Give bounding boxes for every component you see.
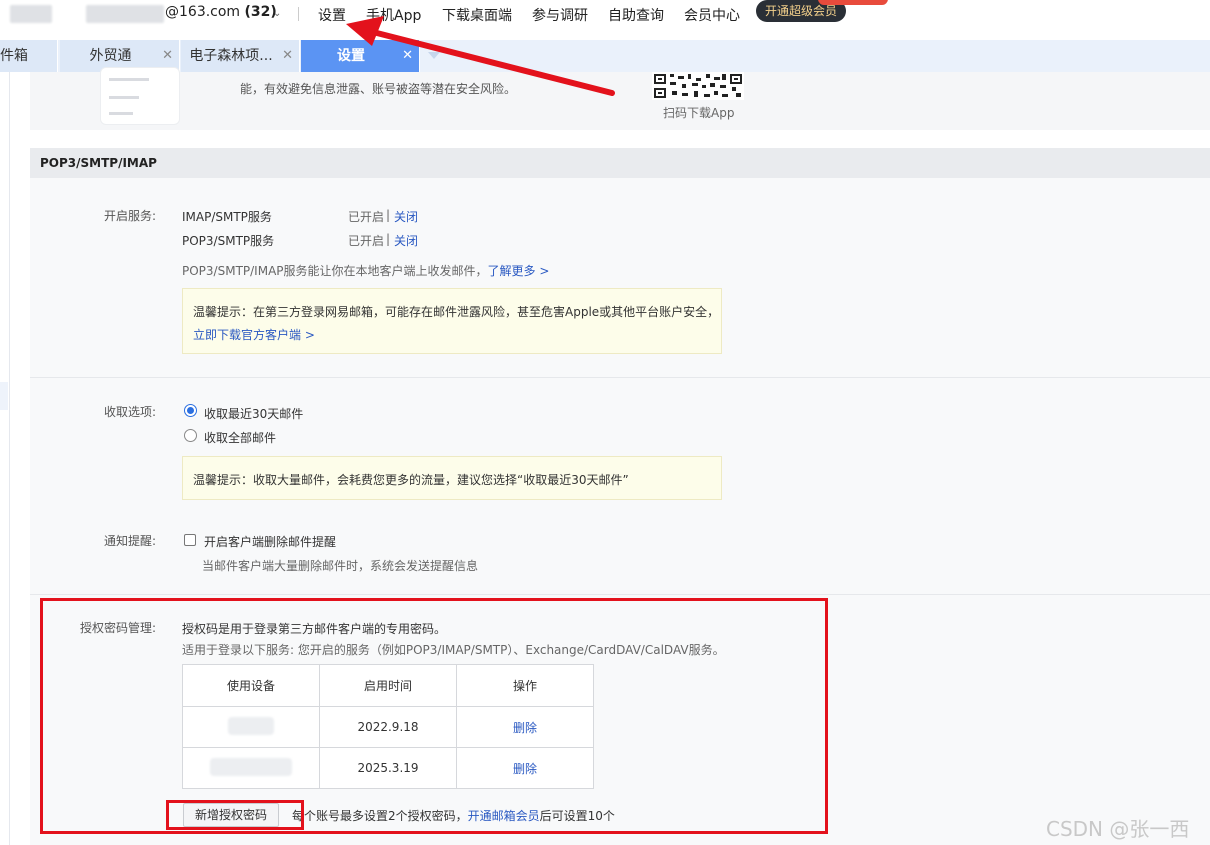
learn-more-link[interactable]: 了解更多 > (488, 264, 550, 278)
radio-all-mail[interactable] (184, 429, 197, 442)
nav-settings[interactable]: 设置 (318, 5, 346, 25)
account-email: @163.com (165, 4, 241, 20)
services-desc-text: POP3/SMTP/IMAP服务能让你在本地客户端上收发邮件， (182, 264, 488, 278)
delete-alert-desc: 当邮件客户端大量删除邮件时，系统会发送提醒信息 (202, 559, 479, 573)
receive-label: 收取选项: (103, 405, 156, 419)
watermark: CSDN @张一西 (1046, 817, 1190, 841)
divider (298, 7, 299, 21)
pop3-status: 已开启 (348, 234, 385, 248)
device-cell (182, 747, 320, 789)
left-rail (0, 72, 10, 845)
divider (30, 594, 1210, 595)
delete-alert-checkbox[interactable] (184, 534, 196, 546)
unread-count: (32) (244, 4, 277, 20)
auth-label: 授权密码管理: (79, 621, 156, 635)
redacted-username (10, 5, 52, 23)
chevron-down-icon[interactable]: ⌄ (273, 8, 281, 19)
section-title: POP3/SMTP/IMAP (30, 148, 1210, 178)
divider (30, 377, 1210, 378)
nav-mobile-app[interactable]: 手机App (366, 5, 421, 25)
auth-code-table: 使用设备 启用时间 操作 2022.9.18 删除 2025.3.19 删除 (182, 664, 594, 789)
top-bar: @163.com (32) ⌄ 设置 手机App 下载桌面端 参与调研 自助查询… (0, 0, 1210, 30)
delete-alert-label: 开启客户端删除邮件提醒 (204, 535, 337, 549)
download-client-link[interactable]: 立即下载官方客户端 > (193, 326, 315, 343)
services-description: POP3/SMTP/IMAP服务能让你在本地客户端上收发邮件，了解更多 > (182, 262, 549, 279)
qr-code-icon (652, 72, 744, 100)
nav-self-service[interactable]: 自助查询 (608, 5, 664, 25)
radio-recent-30-days[interactable] (184, 404, 197, 417)
action-cell: 删除 (456, 747, 594, 789)
security-tip-text: 温馨提示：在第三方登录网易邮箱，可能存在邮件泄露风险，甚至危害Apple或其他平… (193, 305, 720, 319)
action-cell: 删除 (456, 706, 594, 748)
column-header-action: 操作 (456, 664, 594, 707)
tab-settings[interactable]: 设置 ✕ (301, 40, 420, 72)
time-cell: 2022.9.18 (319, 706, 457, 748)
imap-sep: | (386, 208, 391, 222)
open-membership-link[interactable]: 开通邮箱会员 (468, 809, 540, 823)
table-row: 2025.3.19 删除 (182, 747, 594, 789)
close-icon[interactable]: ✕ (402, 40, 413, 72)
add-auth-code-button[interactable]: 新增授权密码 (183, 803, 279, 827)
radio-all-label: 收取全部邮件 (204, 431, 277, 445)
time-cell: 2025.3.19 (319, 747, 457, 789)
redacted-device (210, 757, 292, 776)
device-cell (182, 706, 320, 748)
chevron-down-icon[interactable] (428, 52, 440, 59)
banner-text: 能，有效避免信息泄露、账号被盗等潜在安全风险。 (240, 82, 517, 96)
auth-description: 授权码是用于登录第三方邮件客户端的专用密码。 (182, 622, 447, 636)
close-icon[interactable]: ✕ (282, 40, 293, 72)
nav-survey[interactable]: 参与调研 (532, 5, 588, 25)
tab-inbox[interactable]: 件箱 (0, 40, 58, 72)
pop3-sep: | (386, 232, 391, 246)
settings-panel: POP3/SMTP/IMAP 开启服务: IMAP/SMTP服务 已开启 | 关… (30, 148, 1210, 845)
tab-label: 件箱 (0, 48, 27, 64)
account-menu[interactable]: @163.com (32) (165, 4, 277, 20)
column-header-time: 启用时间 (319, 664, 457, 707)
auth-limit-prefix: 每个账号最多设置2个授权密码， (292, 809, 468, 823)
tab-label: 电子森林项... (189, 48, 273, 64)
table-header-row: 使用设备 启用时间 操作 (182, 664, 594, 707)
nav-member-center[interactable]: 会员中心 (684, 5, 740, 25)
table-row: 2022.9.18 删除 (182, 706, 594, 748)
traffic-tip: 温馨提示：收取大量邮件，会耗费您更多的流量，建议您选择“收取最近30天邮件” (182, 456, 722, 500)
pop3-close-link[interactable]: 关闭 (394, 232, 418, 249)
delete-link[interactable]: 删除 (513, 721, 537, 735)
tab-project[interactable]: 电子森林项... ✕ (181, 40, 300, 72)
redacted-device (228, 716, 274, 735)
notify-label: 通知提醒: (103, 534, 156, 548)
delete-link[interactable]: 删除 (513, 762, 537, 776)
promo-badge (818, 0, 888, 5)
services-label: 开启服务: (103, 209, 156, 223)
nav-desktop-download[interactable]: 下载桌面端 (442, 5, 512, 25)
phone-illustration (100, 67, 180, 125)
auth-services-description: 适用于登录以下服务: 您开启的服务（例如POP3/IMAP/SMTP）、Exch… (182, 643, 725, 657)
imap-close-link[interactable]: 关闭 (394, 208, 418, 225)
pop3-service-name: POP3/SMTP服务 (182, 234, 275, 248)
qr-caption: 扫码下载App (663, 106, 735, 120)
radio-recent-label: 收取最近30天邮件 (204, 407, 304, 421)
tab-label: 设置 (337, 48, 365, 64)
security-tip: 温馨提示：在第三方登录网易邮箱，可能存在邮件泄露风险，甚至危害Apple或其他平… (182, 288, 722, 354)
tab-strip: 件箱 外贸通 ✕ 电子森林项... ✕ 设置 ✕ (0, 40, 1210, 72)
imap-status: 已开启 (348, 210, 385, 224)
rail-indicator (0, 382, 8, 410)
auth-limit-note: 每个账号最多设置2个授权密码，开通邮箱会员后可设置10个 (292, 807, 615, 824)
app-banner: 能，有效避免信息泄露、账号被盗等潜在安全风险。 扫码下载App (30, 67, 1210, 130)
traffic-tip-text: 温馨提示：收取大量邮件，会耗费您更多的流量，建议您选择“收取最近30天邮件” (193, 473, 629, 487)
redacted-username-2 (86, 5, 164, 23)
imap-service-name: IMAP/SMTP服务 (182, 210, 272, 224)
auth-limit-suffix: 后可设置10个 (539, 809, 615, 823)
column-header-device: 使用设备 (182, 664, 320, 707)
